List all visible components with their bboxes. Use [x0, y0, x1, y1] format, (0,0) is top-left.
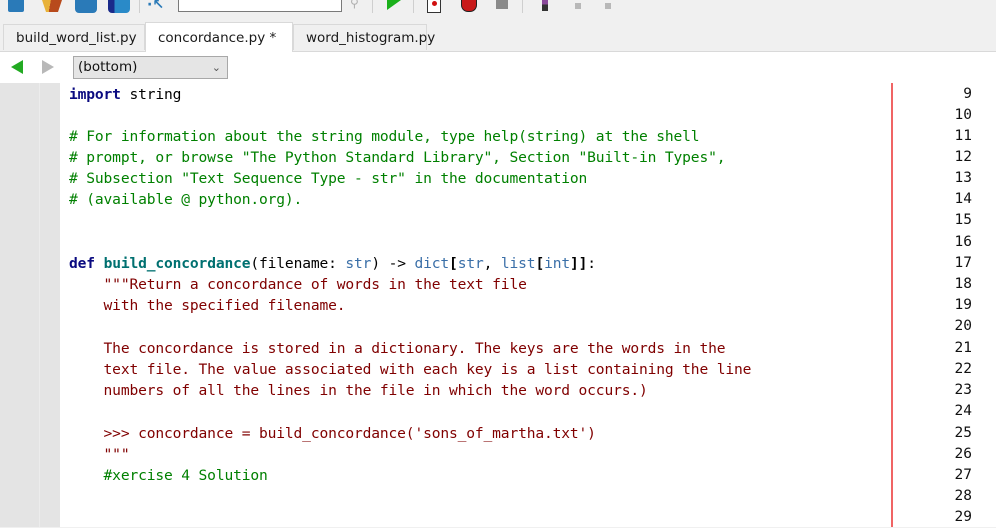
toolbar: ·↖ ⚲	[0, 0, 996, 20]
line-number: 25	[954, 425, 972, 441]
code-text: string	[120, 86, 182, 103]
code-line-26: """	[69, 446, 130, 463]
line-number: 18	[954, 276, 972, 292]
line-number-gutter	[0, 83, 60, 527]
code-line-27: #xercise 4 Solution	[69, 467, 268, 484]
line-number: 23	[954, 382, 972, 398]
save-icon[interactable]	[75, 0, 97, 13]
line-number: 17	[954, 255, 972, 271]
line-number: 24	[954, 403, 972, 419]
line-number: 26	[954, 446, 972, 462]
editor-tabs: build_word_list.py concordance.py * word…	[0, 22, 996, 72]
save-all-icon[interactable]	[108, 0, 130, 13]
code-text: :	[587, 255, 596, 272]
builtin-type: list	[500, 255, 536, 272]
line-number: 15	[954, 212, 972, 228]
function-name: build_concordance	[103, 255, 251, 272]
context-help-icon[interactable]	[605, 3, 611, 9]
bracket: [	[535, 255, 545, 272]
stop-icon[interactable]	[496, 0, 508, 9]
scope-select[interactable]: (bottom) ⌄	[73, 56, 228, 79]
code-line-23: numbers of all the lines in the file in …	[69, 382, 648, 399]
line-number: 20	[954, 318, 972, 334]
builtin-type: str	[457, 255, 484, 272]
line-number: 29	[954, 509, 972, 525]
code-line-17: def build_concordance(filename: str) -> …	[69, 253, 596, 274]
code-line-13: # Subsection "Text Sequence Type - str" …	[69, 170, 588, 187]
line-number: 19	[954, 297, 972, 313]
line-number: 22	[954, 361, 972, 377]
code-editor[interactable]: 9 10 11 12 13 14 15 16 17 18 19 20 21 22 23 24 25 26 27 28 2…	[0, 83, 996, 527]
open-file-icon[interactable]	[42, 0, 62, 12]
line-number: 13	[954, 170, 972, 186]
code-text: ) ->	[371, 255, 415, 272]
line-number: 14	[954, 191, 972, 207]
forward-arrow-icon[interactable]	[42, 60, 54, 74]
tab-word-histogram[interactable]: word_histogram.py *	[293, 24, 435, 72]
breakpoint-dot	[432, 1, 437, 6]
tab-build-word-list[interactable]: build_word_list.py	[3, 24, 145, 50]
code-line-25: >>> concordance = build_concordance('son…	[69, 425, 596, 442]
right-margin-line	[891, 83, 893, 527]
bracket: [	[449, 255, 458, 272]
new-file-icon[interactable]	[8, 0, 24, 12]
code-line-9: import string	[69, 84, 181, 105]
line-number: 28	[954, 488, 972, 504]
code-line-11: # For information about the string modul…	[69, 128, 700, 145]
code-line-19: with the specified filename.	[69, 297, 346, 314]
line-number: 11	[954, 128, 972, 144]
code-text: (filename:	[250, 255, 346, 272]
step-into-icon[interactable]	[542, 0, 548, 11]
search-icon[interactable]: ⚲	[350, 0, 362, 9]
line-number: 10	[954, 107, 972, 123]
tab-concordance[interactable]: concordance.py *	[145, 22, 293, 52]
divider	[413, 0, 414, 13]
debug-icon[interactable]	[461, 0, 477, 12]
divider	[139, 0, 140, 13]
run-icon[interactable]	[387, 0, 401, 10]
help-icon[interactable]	[575, 3, 581, 9]
line-number: 27	[954, 467, 972, 483]
divider	[522, 0, 523, 13]
keyword-def: def	[69, 255, 95, 272]
gutter-divider	[39, 83, 40, 527]
code-text: ,	[483, 255, 501, 272]
code-line-21: The concordance is stored in a dictionar…	[69, 340, 726, 357]
line-number: 21	[954, 340, 972, 356]
run-with-breakpoint-icon[interactable]	[427, 0, 441, 13]
keyword: import	[69, 86, 121, 103]
code-line-14: # (available @ python.org).	[69, 191, 303, 208]
builtin-type: int	[544, 255, 570, 272]
chevron-down-icon: ⌄	[211, 61, 221, 74]
builtin-type: dict	[414, 255, 450, 272]
code-line-18: """Return a concordance of words in the …	[69, 276, 527, 293]
bracket: ]]	[570, 255, 588, 272]
line-number: 16	[954, 234, 972, 250]
pointer-icon[interactable]: ·↖	[147, 0, 171, 14]
line-number: 9	[963, 86, 972, 102]
line-number: 12	[954, 149, 972, 165]
divider	[372, 0, 373, 13]
back-arrow-icon[interactable]	[11, 60, 23, 74]
code-line-22: text file. The value associated with eac…	[69, 361, 752, 378]
scope-select-value: (bottom)	[78, 59, 138, 75]
code-line-12: # prompt, or browse "The Python Standard…	[69, 149, 726, 166]
search-input[interactable]	[178, 0, 342, 12]
builtin-type: str	[345, 255, 372, 272]
